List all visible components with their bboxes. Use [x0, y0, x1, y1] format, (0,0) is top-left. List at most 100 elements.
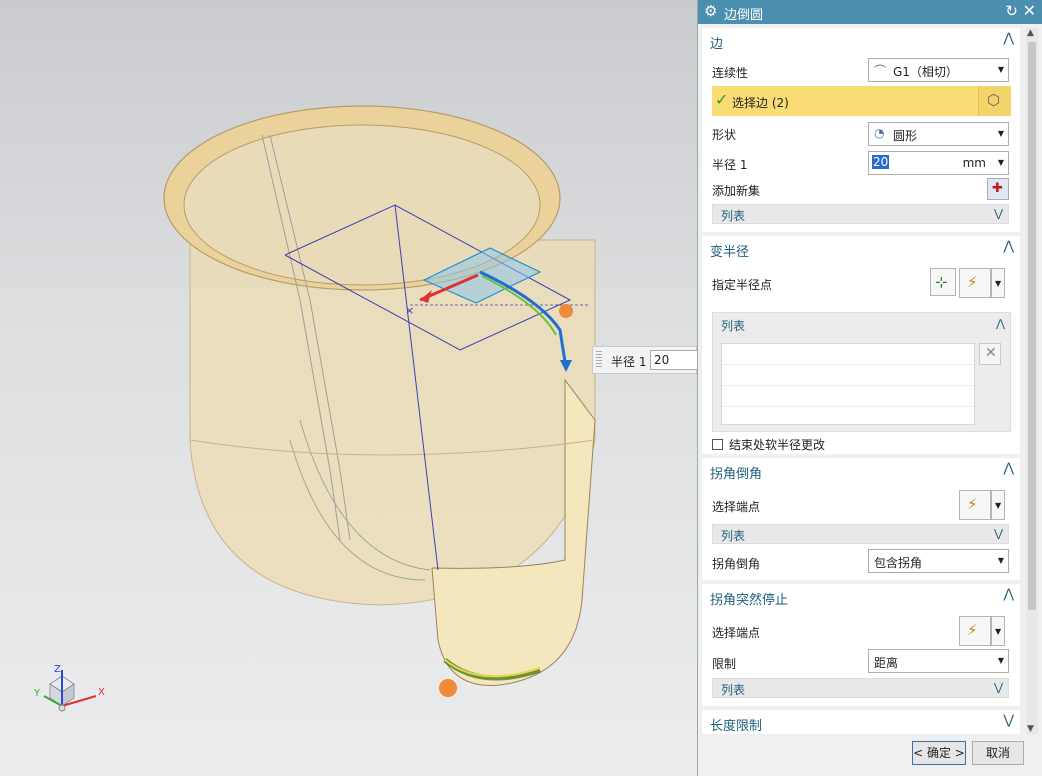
corner-setback-value: 包含拐角 — [874, 556, 923, 570]
chevron-down-icon[interactable]: ⋁ — [1003, 713, 1014, 728]
variable-radius-list-label: 列表 — [721, 319, 746, 333]
radius-input[interactable]: 20 mm ▼ — [868, 151, 1009, 175]
chevron-up-icon[interactable]: ⋀ — [996, 317, 1005, 330]
view-triad: Z X Y — [33, 664, 105, 712]
corner-setback-title: 拐角倒角 — [710, 467, 763, 482]
tangent-icon: ⌒ — [874, 64, 887, 78]
corner-stop-title: 拐角突然停止 — [710, 593, 789, 608]
chevron-down-icon: ⋁ — [993, 207, 1003, 220]
radius-point-picker[interactable]: ⚡ — [959, 268, 991, 298]
corner-setback-group: 拐角倒角 ⋀ 选择端点 ⚡ ▼ 列表 ⋁ 拐角倒角 包含拐角 ▼ — [702, 458, 1020, 580]
edge-blend-dialog: ⚙ 边倒圆 ↻ ✕ 边 ⋀ 连续性 ⌒ G1（相切） ▼ ✓ 选择边 (2) ⬡… — [697, 0, 1042, 776]
drag-handle[interactable] — [596, 351, 602, 369]
corner-setback-label: 拐角倒角 — [712, 557, 761, 571]
variable-radius-list: 列表 ⋀ ✕ — [712, 312, 1011, 432]
select-edge-row[interactable]: ✓ 选择边 (2) ⬡ — [712, 86, 1011, 116]
corner-stop-group: 拐角突然停止 ⋀ 选择端点 ⚡ ▼ 限制 距离 ▼ 列表 ⋁ — [702, 584, 1020, 706]
chevron-down-icon: ⋁ — [993, 527, 1003, 540]
gear-icon[interactable]: ⚙ — [704, 2, 717, 20]
chevron-up-icon[interactable]: ⋀ — [1003, 587, 1014, 602]
shape-label: 形状 — [712, 128, 737, 142]
setback-picker-dropdown[interactable]: ▼ — [991, 490, 1005, 520]
edge-list-label: 列表 — [721, 209, 746, 223]
variable-radius-title: 变半径 — [710, 245, 750, 260]
shape-value: 圆形 — [893, 129, 918, 143]
setback-endpoint-picker[interactable]: ⚡ — [959, 490, 991, 520]
table-row[interactable] — [722, 344, 974, 365]
snap-point-icon: ⚡ — [967, 273, 978, 291]
dialog-content: 边 ⋀ 连续性 ⌒ G1（相切） ▼ ✓ 选择边 (2) ⬡ 形状 ◔ 圆形 ▼… — [702, 26, 1020, 734]
dialog-title-bar[interactable]: ⚙ 边倒圆 ↻ ✕ — [698, 0, 1042, 24]
radius-tooltip-label: 半径 1 — [611, 355, 647, 369]
corner-stop-header[interactable]: 拐角突然停止 ⋀ — [702, 584, 1020, 610]
corner-setback-dropdown[interactable]: 包含拐角 ▼ — [868, 549, 1009, 573]
chevron-down-icon: ⋁ — [993, 681, 1003, 694]
table-row[interactable] — [722, 407, 974, 428]
radius-label: 半径 1 — [712, 158, 748, 172]
add-new-set-label: 添加新集 — [712, 184, 761, 198]
dialog-title: 边倒圆 — [724, 8, 764, 23]
stop-endpoint-picker[interactable]: ⚡ — [959, 616, 991, 646]
x-axis-label: X — [98, 687, 105, 698]
edge-group-title: 边 — [710, 37, 724, 52]
shape-dropdown[interactable]: ◔ 圆形 ▼ — [868, 122, 1009, 146]
chevron-down-icon[interactable]: ▼ — [998, 158, 1004, 167]
y-axis-label: Y — [33, 688, 41, 699]
dialog-scrollbar[interactable]: ▲ ▼ — [1026, 28, 1038, 734]
z-axis-label: Z — [54, 664, 61, 675]
close-icon[interactable]: ✕ — [1023, 1, 1036, 20]
chevron-up-icon[interactable]: ⋀ — [1003, 461, 1014, 476]
snap-point-icon: ⚡ — [967, 495, 978, 513]
stop-picker-dropdown[interactable]: ▼ — [991, 616, 1005, 646]
chevron-down-icon: ▼ — [995, 501, 1002, 510]
cube-icon: ⬡ — [987, 91, 1001, 109]
table-row[interactable] — [722, 386, 974, 407]
delete-point-button[interactable]: ✕ — [979, 343, 1001, 365]
variable-radius-group: 变半径 ⋀ 指定半径点 ⊹ ⚡ ▼ 列表 ⋀ ✕ 结束处软半径更改 — [702, 236, 1020, 454]
chevron-down-icon: ▼ — [997, 556, 1004, 565]
delete-icon: ✕ — [985, 345, 997, 361]
scroll-down-icon[interactable]: ▼ — [1027, 724, 1034, 734]
select-edge-text: 选择边 (2) — [732, 96, 789, 110]
variable-radius-header[interactable]: 变半径 ⋀ — [702, 236, 1020, 262]
ok-button[interactable]: < 确定 > — [912, 741, 966, 765]
graphics-viewport[interactable]: × 半径 1 20 Z X Y — [0, 0, 697, 776]
scroll-up-icon[interactable]: ▲ — [1027, 28, 1034, 38]
point-dialog-button[interactable]: ⊹ — [930, 268, 956, 296]
point-plus-icon: ⊹ — [935, 273, 948, 291]
radius-tooltip[interactable]: 半径 1 20 — [592, 346, 697, 374]
soft-radius-label: 结束处软半径更改 — [729, 438, 826, 452]
edge-list-toggle[interactable]: 列表 ⋁ — [712, 204, 1009, 224]
limit-dropdown[interactable]: 距离 ▼ — [868, 649, 1009, 673]
point-picker-dropdown[interactable]: ▼ — [991, 268, 1005, 298]
table-row[interactable] — [722, 365, 974, 386]
length-limit-group: 长度限制 ⋁ — [702, 710, 1020, 734]
snap-point-icon: ⚡ — [967, 621, 978, 639]
continuity-dropdown[interactable]: ⌒ G1（相切） ▼ — [868, 58, 1009, 82]
radius-unit: mm — [962, 156, 986, 170]
chevron-down-icon: ▼ — [997, 129, 1004, 138]
soft-radius-checkbox[interactable] — [712, 439, 723, 450]
radius-point-table[interactable] — [721, 343, 975, 428]
edge-group-header[interactable]: 边 ⋀ — [702, 28, 1020, 54]
cancel-button[interactable]: 取消 — [972, 741, 1024, 765]
check-icon: ✓ — [715, 90, 729, 109]
stop-list-toggle[interactable]: 列表 ⋁ — [712, 678, 1009, 698]
length-limit-header[interactable]: 长度限制 ⋁ — [702, 710, 1020, 734]
corner-setback-header[interactable]: 拐角倒角 ⋀ — [702, 458, 1020, 484]
setback-list-toggle[interactable]: 列表 ⋁ — [712, 524, 1009, 544]
chevron-down-icon: ▼ — [995, 627, 1002, 636]
add-new-set-button[interactable]: ✚ — [987, 178, 1009, 200]
radius-tooltip-input[interactable]: 20 — [650, 350, 697, 370]
reset-icon[interactable]: ↻ — [1005, 2, 1018, 20]
length-limit-title: 长度限制 — [710, 719, 763, 734]
chevron-up-icon[interactable]: ⋀ — [1003, 239, 1014, 254]
scrollbar-thumb[interactable] — [1028, 42, 1036, 610]
edge-selector-button[interactable]: ⬡ — [978, 86, 1011, 116]
limit-label: 限制 — [712, 657, 737, 671]
part-model[interactable]: × — [0, 0, 697, 776]
chevron-up-icon[interactable]: ⋀ — [1003, 31, 1014, 46]
continuity-label: 连续性 — [712, 66, 749, 80]
svg-text:×: × — [405, 304, 414, 317]
chevron-down-icon: ▼ — [997, 65, 1004, 74]
